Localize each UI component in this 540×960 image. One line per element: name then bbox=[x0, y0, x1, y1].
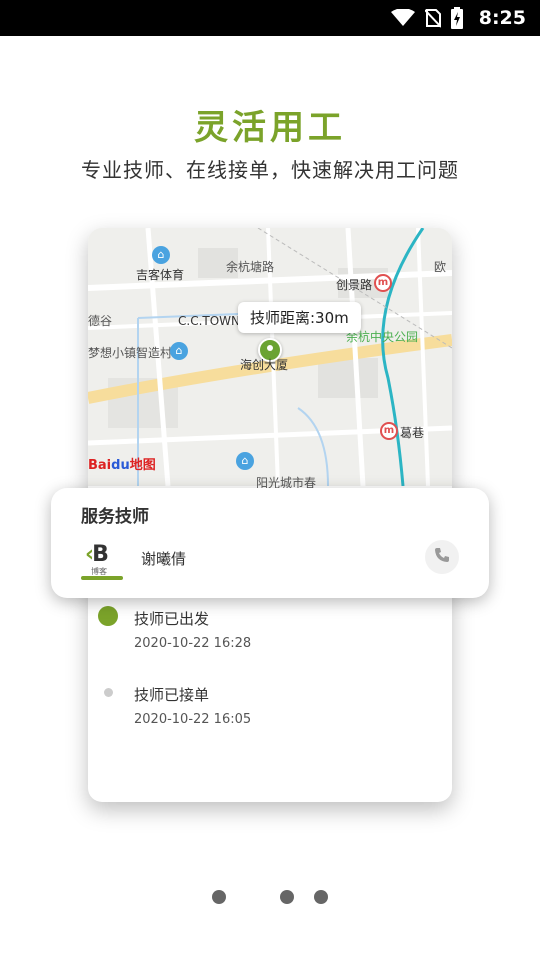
timeline-dot bbox=[104, 688, 113, 697]
pager-dot[interactable] bbox=[212, 890, 226, 904]
no-sim-icon bbox=[424, 8, 441, 28]
technician-distance-bubble: 技师距离:30m bbox=[238, 302, 361, 333]
map-label-area-left: 德谷 bbox=[88, 314, 113, 328]
map-logo-suffix: 地图 bbox=[129, 458, 156, 473]
brand-logo-bar bbox=[81, 576, 123, 580]
status-bar: 8:25 bbox=[0, 0, 540, 36]
hero-title: 灵活用工 bbox=[194, 108, 346, 148]
map-label-building: 海创大厦 bbox=[240, 358, 289, 372]
map-label-gym: 吉客体育 bbox=[136, 268, 185, 282]
wifi-icon bbox=[390, 9, 415, 27]
metro-station-icon: m bbox=[380, 422, 398, 440]
timeline-status: 技师已出发 bbox=[134, 610, 210, 628]
clock-time: 8:25 bbox=[478, 7, 526, 29]
map-logo-blue-text: du bbox=[111, 458, 130, 473]
brand-logo-mark: ‹B bbox=[85, 542, 109, 567]
service-card-title: 服务技师 bbox=[81, 507, 149, 527]
map-label-top-right: 欧 bbox=[434, 260, 447, 274]
timeline-status: 技师已接单 bbox=[134, 686, 210, 704]
poi-marker-icon: ⌂ bbox=[236, 452, 254, 470]
hero-subtitle: 专业技师、在线接单，快速解决用工问题 bbox=[81, 158, 459, 182]
pager-dot[interactable] bbox=[280, 890, 294, 904]
timeline-dot-active bbox=[98, 606, 118, 626]
poi-marker-icon: ⌂ bbox=[152, 246, 170, 264]
map-logo-red-text: Bai bbox=[88, 458, 112, 473]
brand-logo: ‹B 博客 bbox=[81, 542, 123, 580]
map-view[interactable]: ⌂ 吉客体育 余杭塘路 创景路 m 欧 德谷 C.C.TOWN 梦想小镇智造村 … bbox=[88, 228, 452, 490]
map-label-road1: 余杭塘路 bbox=[226, 260, 275, 274]
service-technician-card: 服务技师 ‹B 博客 谢曦倩 bbox=[51, 488, 489, 598]
poi-marker-icon: ⌂ bbox=[170, 342, 188, 360]
map-label-cctown: C.C.TOWN bbox=[178, 314, 241, 328]
timeline-time: 2020-10-22 16:28 bbox=[134, 636, 252, 651]
onboarding-pager bbox=[0, 890, 540, 906]
battery-charging-icon bbox=[450, 7, 463, 29]
map-label-village: 梦想小镇智造村 bbox=[88, 346, 173, 360]
technician-name: 谢曦倩 bbox=[141, 550, 187, 568]
timeline-time: 2020-10-22 16:05 bbox=[134, 712, 252, 727]
metro-station-icon: m bbox=[374, 274, 392, 292]
pager-dot[interactable] bbox=[314, 890, 328, 904]
phone-icon bbox=[434, 547, 450, 567]
map-label-road2: 创景路 bbox=[336, 278, 373, 292]
map-provider-logo: Baidu地图 bbox=[88, 454, 156, 473]
call-technician-button[interactable] bbox=[425, 540, 459, 574]
map-label-metro: 葛巷 bbox=[400, 426, 425, 440]
